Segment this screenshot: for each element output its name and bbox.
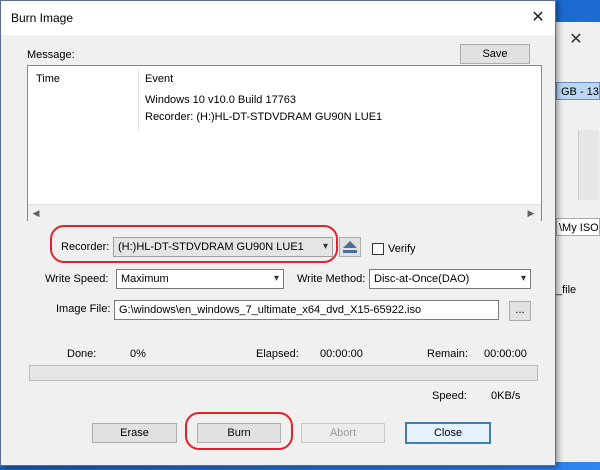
- close-button[interactable]: Close: [405, 422, 491, 444]
- remain-value: 00:00:00: [484, 348, 527, 360]
- browse-button[interactable]: ...: [509, 301, 531, 321]
- verify-label: Verify: [388, 243, 416, 255]
- eject-icon: [343, 241, 357, 253]
- message-label: Message:: [27, 49, 75, 61]
- write-method-label: Write Method:: [297, 273, 366, 285]
- speed-value: 0KB/s: [491, 390, 521, 402]
- annotation-highlight-burn: [185, 412, 293, 450]
- column-header-time: Time: [36, 73, 61, 85]
- verify-checkbox[interactable]: [372, 243, 384, 255]
- write-speed-label: Write Speed:: [45, 273, 109, 285]
- write-method-select[interactable]: Disc-at-Once(DAO) ▾: [369, 269, 531, 289]
- erase-button[interactable]: Erase: [92, 423, 177, 443]
- background-scrollbar[interactable]: [578, 130, 599, 200]
- background-close-icon[interactable]: ✕: [566, 30, 586, 50]
- speed-label: Speed:: [432, 390, 467, 402]
- log-line: Windows 10 v10.0 Build 17763: [145, 94, 297, 106]
- title-bar: Burn Image ✕: [1, 1, 555, 35]
- column-header-event: Event: [145, 73, 174, 85]
- elapsed-label: Elapsed:: [256, 348, 299, 360]
- image-file-input[interactable]: G:\windows\en_windows_7_ultimate_x64_dvd…: [114, 300, 499, 320]
- remain-label: Remain:: [427, 348, 468, 360]
- column-divider: [138, 70, 139, 130]
- chevron-down-icon: ▾: [520, 273, 526, 284]
- annotation-highlight-recorder: [50, 225, 338, 263]
- scroll-right-icon[interactable]: ▶: [525, 207, 537, 219]
- background-path-field: \My ISO: [556, 218, 600, 236]
- eject-button[interactable]: [339, 237, 361, 257]
- message-log[interactable]: Time Event Windows 10 v10.0 Build 17763 …: [27, 65, 542, 221]
- write-speed-select[interactable]: Maximum ▾: [116, 269, 284, 289]
- close-icon[interactable]: ✕: [526, 7, 550, 29]
- image-file-label: Image File:: [56, 303, 111, 315]
- elapsed-value: 00:00:00: [320, 348, 363, 360]
- save-button[interactable]: Save: [460, 44, 530, 64]
- progress-bar: [29, 365, 538, 381]
- write-method-value: Disc-at-Once(DAO): [374, 273, 470, 285]
- chevron-down-icon: ▾: [273, 273, 279, 284]
- background-file-text: _file: [556, 284, 577, 296]
- dialog-title: Burn Image: [11, 11, 74, 25]
- scroll-left-icon[interactable]: ◀: [30, 207, 42, 219]
- abort-button[interactable]: Abort: [301, 423, 385, 443]
- log-line: Recorder: (H:)HL-DT-STDVDRAM GU90N LUE1: [145, 111, 383, 123]
- background-size-field: GB - 13: [556, 82, 600, 100]
- write-speed-value: Maximum: [121, 273, 169, 285]
- done-label: Done:: [67, 348, 97, 360]
- horizontal-scrollbar[interactable]: ◀ ▶: [28, 204, 541, 221]
- burn-image-dialog: Burn Image ✕ Message: Save Time Event Wi…: [0, 0, 556, 466]
- done-value: 0%: [130, 348, 146, 360]
